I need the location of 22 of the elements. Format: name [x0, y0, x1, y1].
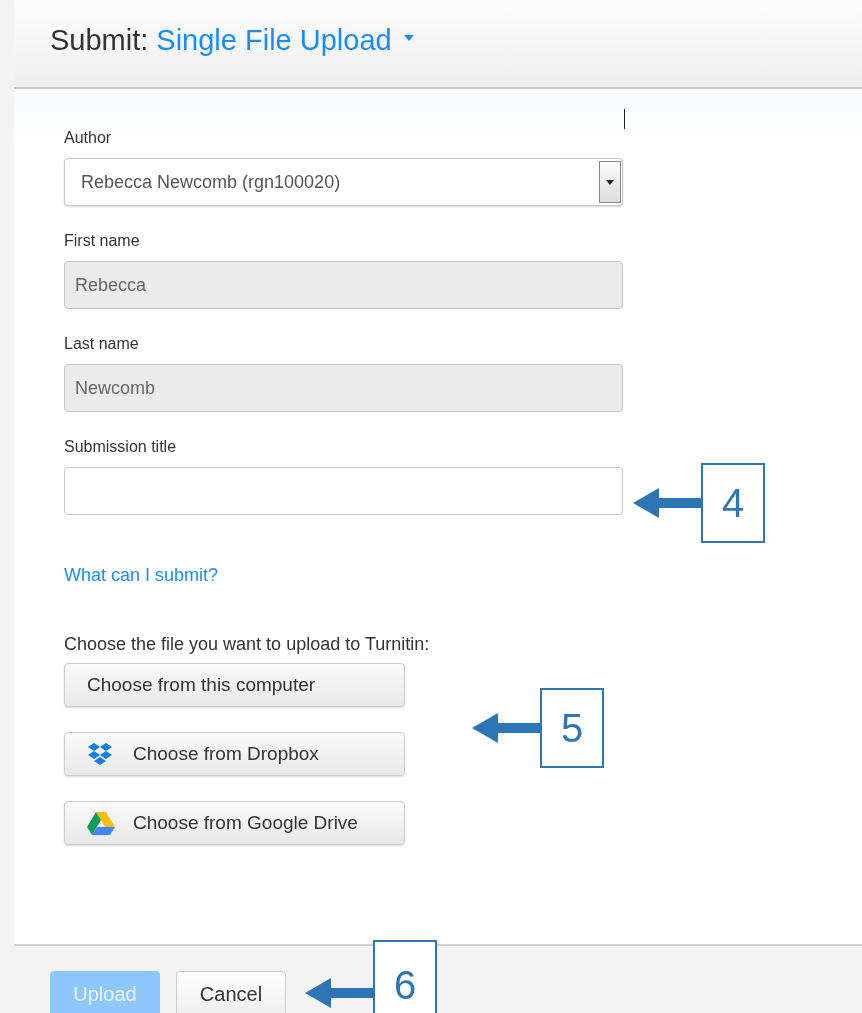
caret-icon: [403, 34, 414, 41]
page-title: Submit:: [50, 24, 149, 57]
source-button[interactable]: Choose from Dropbox: [64, 732, 405, 776]
field-label: Submission title: [64, 438, 178, 456]
source-button[interactable]: Choose from this computer: [64, 663, 405, 707]
source-button[interactable]: Choose from Google Drive: [64, 801, 405, 845]
text-cursor: [624, 109, 625, 129]
arrow-icon: [633, 488, 703, 518]
author-select[interactable]: Rebecca Newcomb (rgn100020): [64, 158, 623, 206]
triangle-icon: [87, 811, 115, 835]
caret-icon: [606, 179, 614, 185]
callout-number: 5: [540, 688, 604, 768]
arrow-icon: [305, 978, 375, 1008]
callout-number: 6: [373, 940, 437, 1013]
callout-number: 4: [701, 463, 765, 543]
cancel-button[interactable]: Cancel: [176, 971, 286, 1013]
field-label: First name: [64, 232, 141, 250]
arrow-icon: [472, 713, 542, 743]
upload-prompt: Choose the file you want to upload to Turnitin:: [64, 634, 431, 655]
field-label: Author: [64, 129, 113, 147]
text-field[interactable]: [64, 467, 623, 515]
field-label: Last name: [64, 335, 140, 353]
